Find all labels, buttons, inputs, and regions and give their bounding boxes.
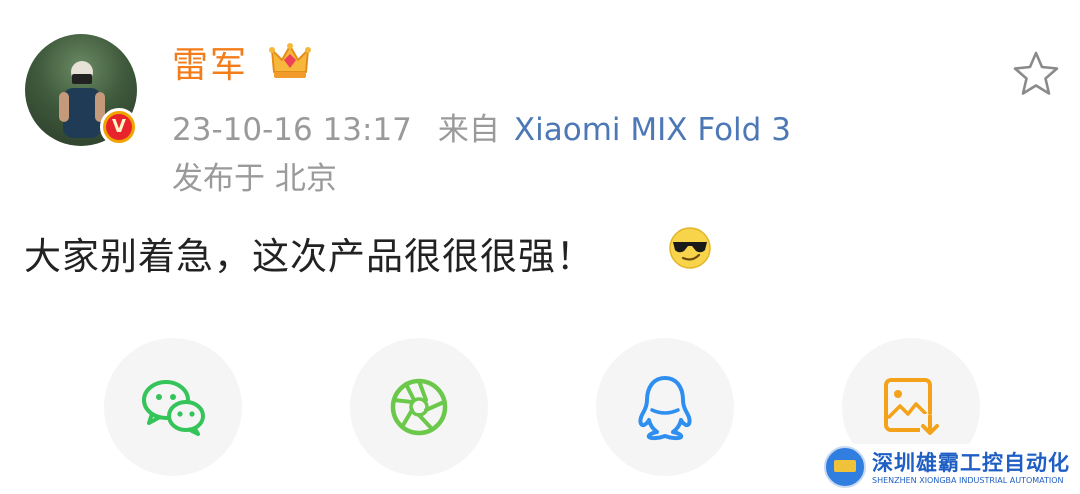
source-prefix: 来自 bbox=[437, 112, 500, 148]
star-icon[interactable] bbox=[1010, 48, 1062, 100]
cool-sunglasses-emoji bbox=[669, 227, 711, 269]
post-meta: 23-10-16 13:17 来自 Xiaomi MIX Fold 3 bbox=[172, 104, 791, 149]
share-moments-button[interactable] bbox=[350, 338, 488, 476]
share-wechat-button[interactable] bbox=[104, 338, 242, 476]
qq-icon bbox=[638, 376, 692, 441]
crown-icon bbox=[269, 43, 311, 78]
verified-badge: V bbox=[100, 108, 138, 146]
company-logo bbox=[824, 446, 866, 488]
wechat-icon bbox=[142, 380, 205, 436]
verified-badge-label: V bbox=[106, 114, 132, 140]
device-link[interactable]: Xiaomi MIX Fold 3 bbox=[514, 112, 791, 148]
moments-icon bbox=[390, 378, 448, 436]
save-image-icon bbox=[884, 378, 942, 438]
post-content: 大家别着急，这次产品很很很强！ bbox=[24, 235, 594, 278]
watermark-cn: 深圳雄霸工控自动化 bbox=[872, 451, 1070, 475]
share-qq-button[interactable] bbox=[596, 338, 734, 476]
company-watermark: 深圳雄霸工控自动化 SHENZHEN XIONGBA INDUSTRIAL AU… bbox=[820, 444, 1078, 492]
username[interactable]: 雷军 bbox=[172, 36, 248, 88]
post-location: 发布于 北京 bbox=[172, 161, 337, 197]
watermark-en: SHENZHEN XIONGBA INDUSTRIAL AUTOMATION bbox=[872, 476, 1064, 485]
post-timestamp: 23-10-16 13:17 bbox=[172, 112, 412, 148]
